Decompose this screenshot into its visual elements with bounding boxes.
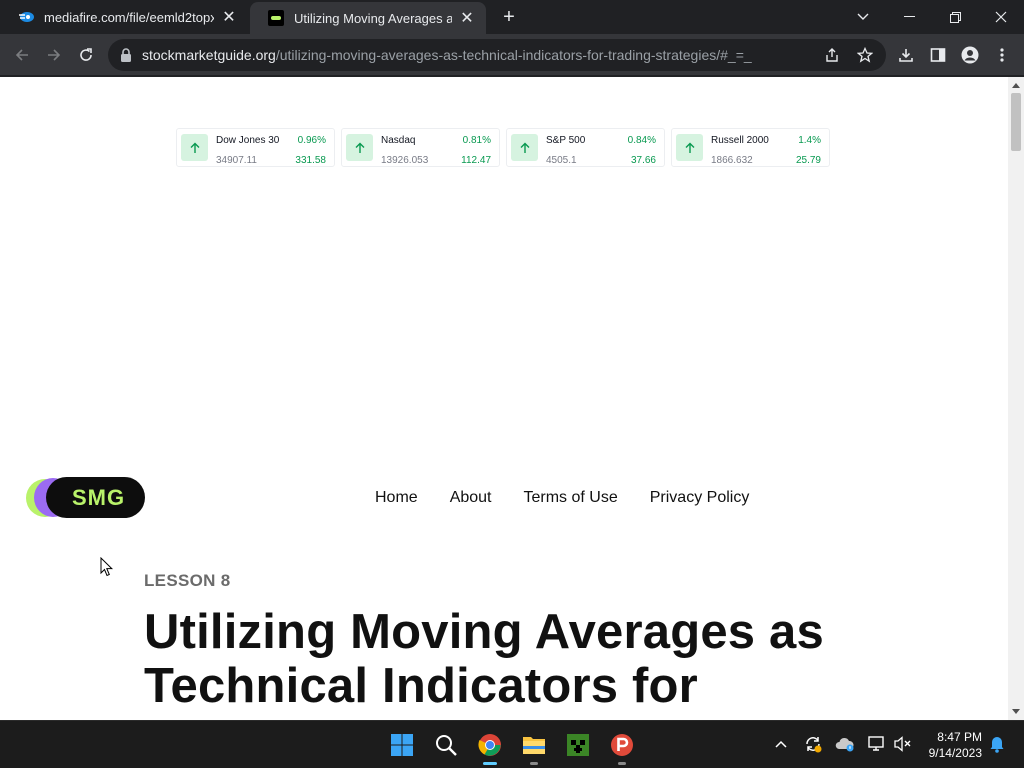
up-arrow-icon bbox=[181, 134, 208, 161]
lesson-label: LESSON 8 bbox=[144, 571, 231, 590]
restore-button[interactable] bbox=[932, 0, 978, 34]
close-window-button[interactable] bbox=[978, 0, 1024, 34]
windows-taskbar: 8:47 PM 9/14/2023 bbox=[0, 720, 1024, 768]
up-arrow-icon bbox=[346, 134, 373, 161]
url-text: stockmarketguide.org/utilizing-moving-av… bbox=[142, 47, 752, 63]
smg-favicon-icon bbox=[268, 10, 284, 26]
page-scrollbar[interactable] bbox=[1008, 77, 1024, 720]
ticker-change: 25.79 bbox=[795, 155, 821, 166]
ticker-price: 13926.053 bbox=[381, 155, 429, 166]
scrollbar-thumb[interactable] bbox=[1011, 93, 1021, 151]
article-title: Utilizing Moving Averages as Technical I… bbox=[144, 605, 824, 713]
file-explorer-icon[interactable] bbox=[518, 729, 550, 765]
ticker-change: 331.58 bbox=[295, 155, 326, 166]
ticker-change: 112.47 bbox=[461, 155, 491, 166]
reload-button[interactable] bbox=[73, 42, 99, 68]
minimize-button[interactable] bbox=[886, 0, 932, 34]
bookmark-star-icon[interactable] bbox=[853, 43, 877, 67]
ticker-name: S&P 500 bbox=[546, 135, 586, 146]
ticker-name: Dow Jones 30 bbox=[216, 135, 280, 146]
ticker-name: Russell 2000 bbox=[711, 135, 769, 146]
active-app-indicator bbox=[483, 762, 497, 765]
browser-toolbar: stockmarketguide.org/utilizing-moving-av… bbox=[0, 34, 1024, 76]
ticker-percent: 0.81% bbox=[462, 135, 491, 146]
mouse-cursor-icon bbox=[100, 557, 114, 577]
new-tab-button[interactable]: + bbox=[498, 6, 520, 28]
nav-link-home[interactable]: Home bbox=[375, 489, 418, 507]
share-icon[interactable] bbox=[820, 43, 844, 67]
address-bar[interactable]: stockmarketguide.org/utilizing-moving-av… bbox=[108, 39, 886, 71]
scroll-down-arrow-icon[interactable] bbox=[1012, 709, 1020, 714]
ticker-percent: 1.4% bbox=[798, 135, 821, 146]
download-icon[interactable] bbox=[893, 42, 919, 68]
tab-stockmarketguide[interactable]: Utilizing Moving Averages as Technical ✕ bbox=[250, 2, 486, 34]
logo-text: SMG bbox=[46, 477, 145, 518]
clock-time: 8:47 PM bbox=[937, 730, 982, 744]
ticker-card-nasdaq[interactable]: Nasdaq 0.81% 13926.053 112.47 bbox=[341, 128, 500, 167]
ticker-card-russell[interactable]: Russell 2000 1.4% 1866.632 25.79 bbox=[671, 128, 830, 167]
ticker-percent: 0.84% bbox=[627, 135, 656, 146]
up-arrow-icon bbox=[676, 134, 703, 161]
ticker-percent: 0.96% bbox=[297, 135, 326, 146]
tab-mediafire[interactable]: mediafire.com/file/eemld2topx93 ✕ bbox=[0, 0, 248, 34]
site-logo[interactable]: SMG bbox=[26, 477, 146, 518]
start-windows-icon[interactable] bbox=[386, 729, 418, 761]
ticker-name: Nasdaq bbox=[381, 135, 416, 146]
back-button[interactable] bbox=[9, 42, 35, 68]
ticker-card-dow[interactable]: Dow Jones 30 0.96% 34907.11 331.58 bbox=[176, 128, 335, 167]
nav-link-terms[interactable]: Terms of Use bbox=[524, 489, 618, 507]
tab-title: Utilizing Moving Averages as Technical bbox=[294, 10, 452, 26]
running-app-indicator bbox=[530, 762, 538, 765]
lock-icon[interactable] bbox=[120, 48, 134, 62]
side-panel-icon[interactable] bbox=[925, 42, 951, 68]
psiphon-app-icon[interactable] bbox=[606, 729, 638, 765]
ticker-change: 37.66 bbox=[630, 155, 656, 166]
ticker-tape: Dow Jones 30 0.96% 34907.11 331.58 Nasda… bbox=[176, 128, 830, 167]
tab-title: mediafire.com/file/eemld2topx93 bbox=[44, 9, 214, 25]
system-clock[interactable]: 8:47 PM 9/14/2023 bbox=[929, 729, 982, 761]
up-arrow-icon bbox=[511, 134, 538, 161]
show-hidden-icons-chevron-icon[interactable] bbox=[770, 733, 792, 755]
close-tab-icon[interactable]: ✕ bbox=[220, 8, 238, 26]
clock-date: 9/14/2023 bbox=[928, 746, 982, 760]
nav-link-about[interactable]: About bbox=[450, 489, 492, 507]
ticker-price: 34907.11 bbox=[216, 155, 257, 166]
volume-muted-icon[interactable] bbox=[892, 733, 914, 755]
ticker-card-sp500[interactable]: S&P 500 0.84% 4505.1 37.66 bbox=[506, 128, 665, 167]
running-app-indicator bbox=[618, 762, 626, 765]
search-icon[interactable] bbox=[430, 729, 462, 761]
forward-button[interactable] bbox=[41, 42, 67, 68]
close-tab-icon[interactable]: ✕ bbox=[458, 9, 476, 27]
main-navigation: Home About Terms of Use Privacy Policy bbox=[375, 489, 749, 507]
scroll-up-arrow-icon[interactable] bbox=[1012, 83, 1020, 88]
sync-status-icon[interactable] bbox=[802, 733, 824, 755]
menu-kebab-icon[interactable] bbox=[989, 42, 1015, 68]
network-display-icon[interactable] bbox=[866, 733, 888, 755]
profile-avatar-icon[interactable] bbox=[957, 42, 983, 68]
mediafire-favicon-icon bbox=[18, 9, 34, 25]
tab-search-chevron-icon[interactable] bbox=[840, 0, 886, 34]
onedrive-cloud-icon[interactable] bbox=[834, 733, 856, 755]
notification-bell-icon[interactable] bbox=[986, 733, 1008, 755]
minecraft-app-icon[interactable] bbox=[562, 729, 594, 761]
chrome-app-icon[interactable] bbox=[474, 729, 506, 765]
ticker-price: 4505.1 bbox=[546, 155, 577, 166]
browser-tab-strip: mediafire.com/file/eemld2topx93 ✕ Utiliz… bbox=[0, 0, 1024, 34]
web-page: Dow Jones 30 0.96% 34907.11 331.58 Nasda… bbox=[0, 77, 1008, 720]
ticker-price: 1866.632 bbox=[711, 155, 753, 166]
nav-link-privacy[interactable]: Privacy Policy bbox=[650, 489, 750, 507]
